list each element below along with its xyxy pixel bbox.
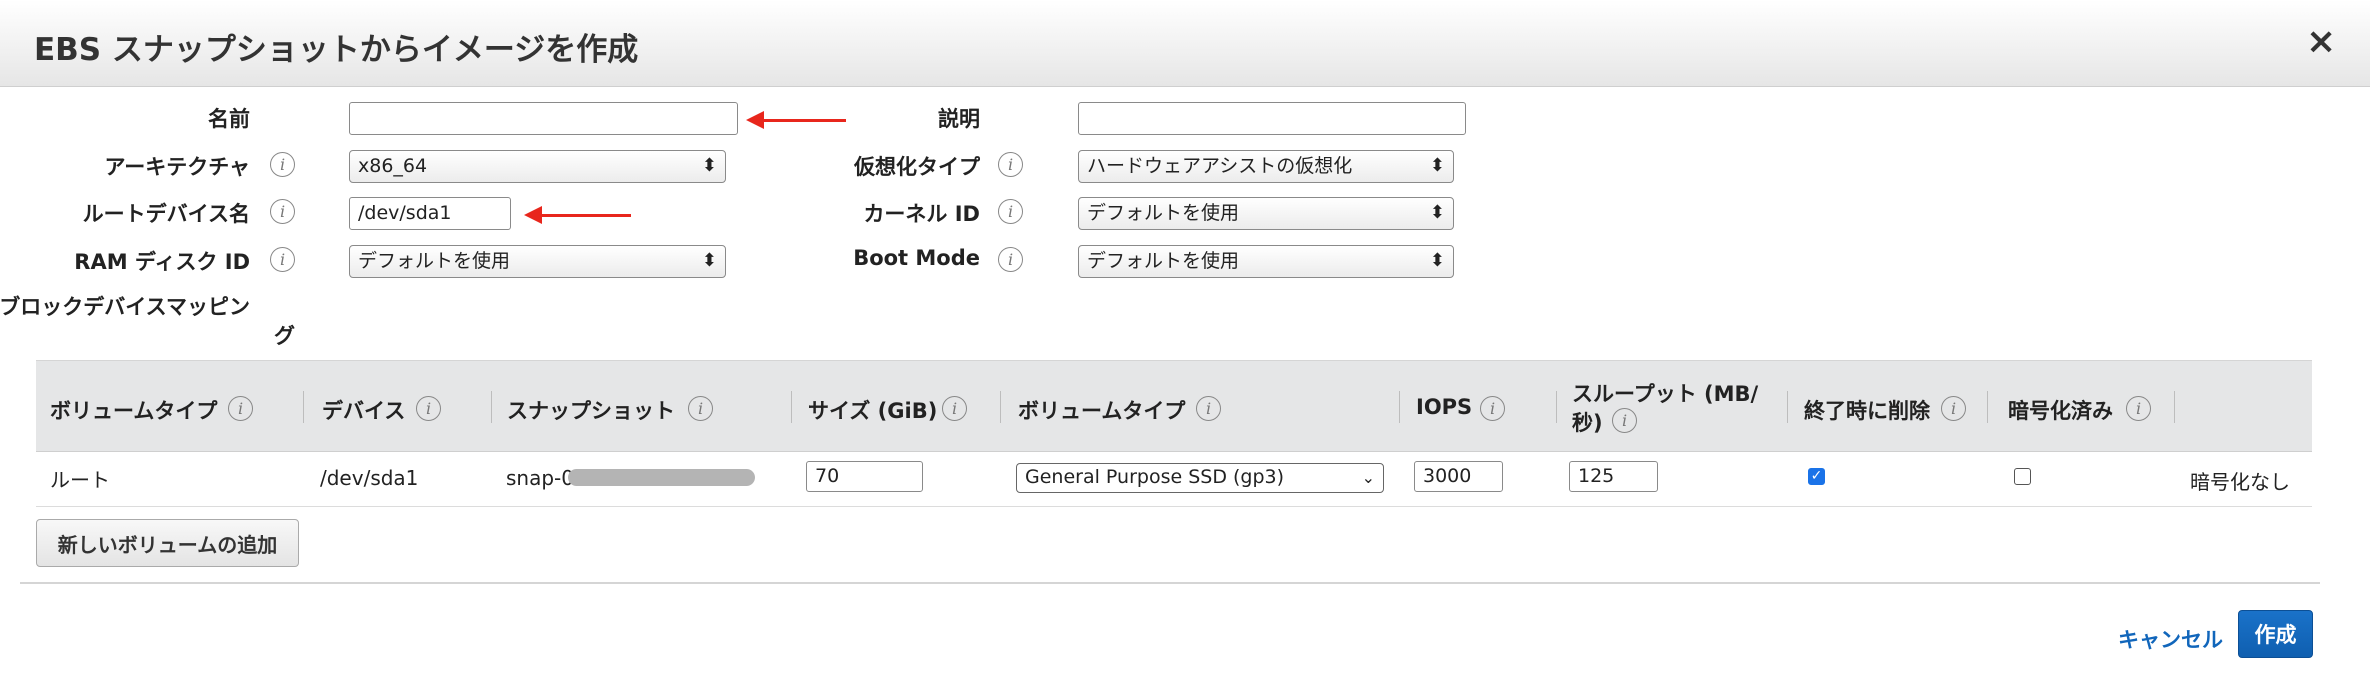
- name-label: 名前: [208, 107, 250, 131]
- column-divider: [791, 391, 792, 423]
- column-divider: [303, 391, 304, 423]
- volume-type-select-value: General Purpose SSD (gp3): [1025, 466, 1285, 488]
- block-device-mapping-label-cont: グ: [274, 324, 295, 348]
- select-arrow-icon: ⬍: [1429, 202, 1445, 223]
- boot-mode-select[interactable]: デフォルトを使用 ⬍: [1078, 245, 1454, 278]
- volume-type-info-icon[interactable]: i: [228, 396, 253, 421]
- kernel-id-select[interactable]: デフォルトを使用 ⬍: [1078, 197, 1454, 230]
- delete-on-termination-checkbox[interactable]: ✓: [1808, 468, 1825, 485]
- name-input[interactable]: [349, 102, 738, 135]
- boot-mode-value: デフォルトを使用: [1087, 250, 1240, 272]
- dialog-header: EBS スナップショットからイメージを作成 ×: [0, 0, 2370, 87]
- throughput-info-icon[interactable]: i: [1612, 408, 1637, 433]
- throughput-input[interactable]: 125: [1569, 461, 1658, 492]
- volume-table-header: ボリュームタイプ i デバイス i スナップショット i サイズ (GiB) i…: [36, 360, 2312, 452]
- col-snapshot: スナップショット: [507, 399, 675, 423]
- encryption-status: 暗号化なし: [2190, 470, 2290, 494]
- chevron-down-icon: ⌄: [1361, 468, 1375, 487]
- col-device: デバイス: [322, 399, 406, 423]
- kernel-id-info-icon[interactable]: i: [998, 199, 1023, 224]
- description-label: 説明: [938, 107, 980, 131]
- ramdisk-id-value: デフォルトを使用: [358, 250, 511, 272]
- column-divider: [1399, 391, 1400, 423]
- row-snapshot-id: snap-0: [506, 466, 574, 490]
- architecture-select[interactable]: x86_64 ⬍: [349, 150, 726, 183]
- ramdisk-id-label: RAM ディスク ID: [74, 250, 250, 274]
- size-info-icon[interactable]: i: [942, 396, 967, 421]
- close-icon[interactable]: ×: [2306, 24, 2336, 60]
- virtualization-info-icon[interactable]: i: [998, 152, 1023, 177]
- ramdisk-id-info-icon[interactable]: i: [270, 247, 295, 272]
- divider: [20, 582, 2320, 584]
- root-device-input[interactable]: /dev/sda1: [349, 197, 511, 230]
- ramdisk-id-select[interactable]: デフォルトを使用 ⬍: [349, 245, 726, 278]
- device-info-icon[interactable]: i: [416, 396, 441, 421]
- architecture-value: x86_64: [358, 155, 428, 177]
- create-button[interactable]: 作成: [2238, 610, 2313, 658]
- row-device: /dev/sda1: [320, 466, 419, 490]
- col-iops: IOPS: [1416, 395, 1473, 419]
- description-input[interactable]: [1078, 102, 1466, 135]
- delete-on-termination-info-icon[interactable]: i: [1941, 396, 1966, 421]
- cancel-button[interactable]: キャンセル: [2118, 624, 2223, 654]
- volume-type-2-info-icon[interactable]: i: [1196, 396, 1221, 421]
- row-volume-type: ルート: [50, 468, 110, 492]
- column-divider: [491, 391, 492, 423]
- root-device-info-icon[interactable]: i: [270, 199, 295, 224]
- select-arrow-icon: ⬍: [701, 250, 717, 271]
- column-divider: [1000, 391, 1001, 423]
- block-device-mapping-label: ブロックデバイスマッピン: [0, 295, 250, 319]
- col-volume-type-2: ボリュームタイプ: [1018, 399, 1186, 423]
- kernel-id-value: デフォルトを使用: [1087, 202, 1240, 224]
- annotation-arrow-name: [746, 111, 846, 129]
- virtualization-value: ハードウェアアシストの仮想化: [1087, 155, 1353, 177]
- iops-info-icon[interactable]: i: [1480, 396, 1505, 421]
- annotation-arrow-root-device: [524, 206, 631, 224]
- select-arrow-icon: ⬍: [1429, 250, 1445, 271]
- column-divider: [2174, 391, 2175, 423]
- virtualization-select[interactable]: ハードウェアアシストの仮想化 ⬍: [1078, 150, 1454, 183]
- encrypted-info-icon[interactable]: i: [2126, 396, 2151, 421]
- select-arrow-icon: ⬍: [1429, 155, 1445, 176]
- select-arrow-icon: ⬍: [701, 155, 717, 176]
- column-divider: [1787, 391, 1788, 423]
- architecture-label: アーキテクチャ: [104, 155, 250, 179]
- col-volume-type: ボリュームタイプ: [50, 399, 218, 423]
- add-volume-button[interactable]: 新しいボリュームの追加: [36, 519, 299, 567]
- volume-type-select[interactable]: General Purpose SSD (gp3) ⌄: [1016, 463, 1384, 493]
- col-encrypted: 暗号化済み: [2008, 399, 2113, 423]
- root-device-label: ルートデバイス名: [82, 202, 250, 226]
- iops-input[interactable]: 3000: [1414, 461, 1503, 492]
- col-delete-on-termination: 終了時に削除: [1804, 399, 1930, 423]
- col-throughput-cont: 秒): [1572, 411, 1603, 435]
- virtualization-label: 仮想化タイプ: [854, 155, 980, 179]
- column-divider: [1556, 391, 1557, 423]
- kernel-id-label: カーネル ID: [863, 202, 980, 226]
- boot-mode-label: Boot Mode: [853, 246, 980, 270]
- architecture-info-icon[interactable]: i: [270, 152, 295, 177]
- redacted-snapshot-id: [568, 469, 755, 486]
- size-input[interactable]: 70: [806, 461, 923, 492]
- encrypted-checkbox[interactable]: [2014, 468, 2031, 485]
- col-throughput: スループット (MB/: [1572, 382, 1759, 406]
- column-divider: [1987, 391, 1988, 423]
- dialog-title: EBS スナップショットからイメージを作成: [34, 32, 639, 68]
- boot-mode-info-icon[interactable]: i: [998, 247, 1023, 272]
- snapshot-info-icon[interactable]: i: [688, 396, 713, 421]
- col-size: サイズ (GiB): [808, 399, 938, 423]
